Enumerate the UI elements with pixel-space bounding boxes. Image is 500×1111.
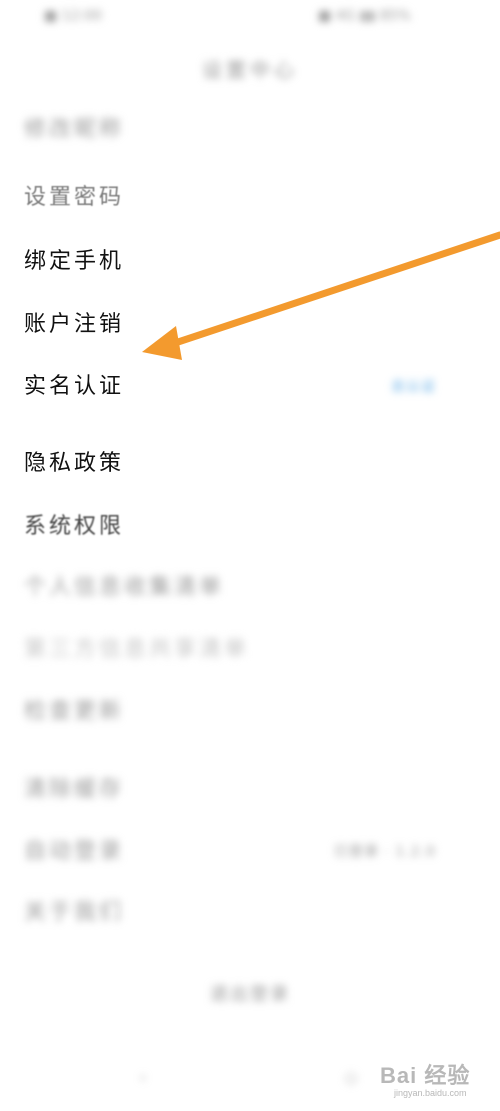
arrow-head — [142, 326, 182, 360]
watermark-brand: Bai 经验 — [380, 1063, 471, 1088]
arrow-shaft — [156, 231, 500, 352]
orange-arrow-annotation — [142, 231, 500, 360]
watermark-url: jingyan.baidu.com — [394, 1088, 467, 1098]
baidu-jingyan-watermark: Bai 经验 jingyan.baidu.com — [380, 1052, 495, 1104]
